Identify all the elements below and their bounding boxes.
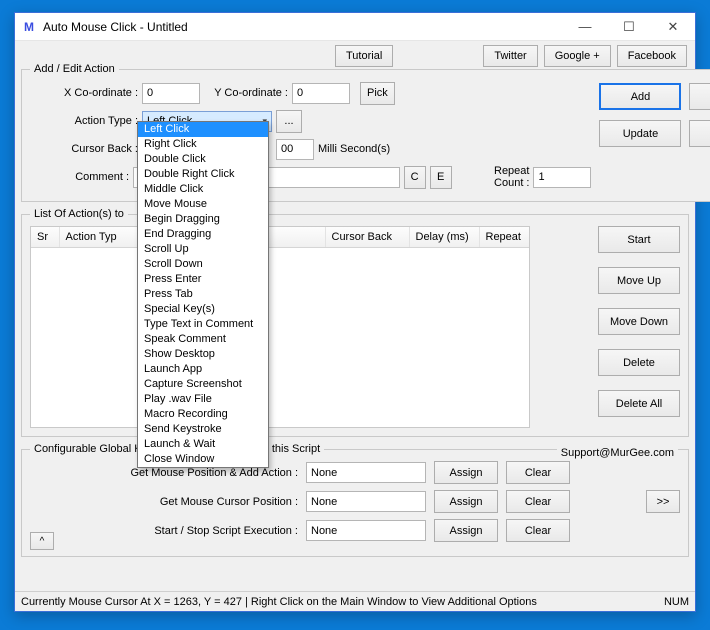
statusbar-text: Currently Mouse Cursor At X = 1263, Y = … bbox=[21, 596, 664, 608]
close-button[interactable]: ✕ bbox=[651, 13, 695, 41]
hk1-assign-button[interactable]: Assign bbox=[434, 461, 498, 484]
hk2-input[interactable] bbox=[306, 491, 426, 512]
hk2-assign-button[interactable]: Assign bbox=[434, 490, 498, 513]
comment-e-button[interactable]: E bbox=[430, 166, 452, 189]
action-type-option[interactable]: Press Enter bbox=[138, 272, 268, 287]
statusbar-numlock: NUM bbox=[664, 596, 689, 608]
action-type-option[interactable]: Middle Click bbox=[138, 182, 268, 197]
collapse-button[interactable]: ^ bbox=[30, 532, 54, 550]
action-type-more-button[interactable]: ... bbox=[276, 110, 302, 133]
action-type-option[interactable]: Macro Recording bbox=[138, 407, 268, 422]
update-button[interactable]: Update bbox=[599, 120, 681, 147]
action-type-option[interactable]: Launch App bbox=[138, 362, 268, 377]
col-delay[interactable]: Delay (ms) bbox=[409, 227, 479, 248]
group-action-list: List Of Action(s) to Sr Action Typ bbox=[21, 208, 689, 437]
move-up-button[interactable]: Move Up bbox=[598, 267, 680, 294]
hk3-assign-button[interactable]: Assign bbox=[434, 519, 498, 542]
repeat-count-input[interactable] bbox=[533, 167, 591, 188]
y-coord-label: Y Co-ordinate : bbox=[204, 87, 288, 99]
action-type-option[interactable]: Move Mouse bbox=[138, 197, 268, 212]
action-type-option[interactable]: Begin Dragging bbox=[138, 212, 268, 227]
add-button[interactable]: Add bbox=[599, 83, 681, 110]
titlebar: M Auto Mouse Click - Untitled — ☐ ✕ bbox=[15, 13, 695, 41]
action-type-option[interactable]: Scroll Up bbox=[138, 242, 268, 257]
delete-button[interactable]: Delete bbox=[598, 349, 680, 376]
app-icon: M bbox=[21, 19, 37, 35]
action-type-dropdown[interactable]: Left ClickRight ClickDouble ClickDouble … bbox=[137, 121, 269, 468]
delete-all-button[interactable]: Delete All bbox=[598, 390, 680, 417]
support-link[interactable]: Support@MurGee.com bbox=[557, 447, 678, 459]
hk1-input[interactable] bbox=[306, 462, 426, 483]
action-type-option[interactable]: Send Keystroke bbox=[138, 422, 268, 437]
hk2-label: Get Mouse Cursor Position : bbox=[30, 496, 298, 508]
group-action-list-legend: List Of Action(s) to bbox=[30, 208, 128, 220]
action-type-option[interactable]: Special Key(s) bbox=[138, 302, 268, 317]
action-type-option[interactable]: Show Desktop bbox=[138, 347, 268, 362]
delay-input[interactable] bbox=[276, 139, 314, 160]
pick-button[interactable]: Pick bbox=[360, 82, 395, 105]
minimize-button[interactable]: — bbox=[563, 13, 607, 41]
repeat-count-label: Repeat Count : bbox=[462, 165, 530, 189]
col-repeat[interactable]: Repeat bbox=[479, 227, 530, 248]
hk1-label: Get Mouse Position & Add Action : bbox=[30, 467, 298, 479]
action-type-option[interactable]: Close Window bbox=[138, 452, 268, 467]
col-action-type[interactable]: Action Typ bbox=[59, 227, 147, 248]
action-type-option[interactable]: Type Text in Comment bbox=[138, 317, 268, 332]
col-cursor-back[interactable]: Cursor Back bbox=[325, 227, 409, 248]
action-type-option[interactable]: Left Click bbox=[138, 122, 268, 137]
app-window: M Auto Mouse Click - Untitled — ☐ ✕ Tuto… bbox=[14, 12, 696, 612]
action-type-option[interactable]: Double Right Click bbox=[138, 167, 268, 182]
group-add-edit-legend: Add / Edit Action bbox=[30, 63, 119, 75]
hk3-input[interactable] bbox=[306, 520, 426, 541]
hk1-clear-button[interactable]: Clear bbox=[506, 461, 570, 484]
action-type-option[interactable]: Capture Screenshot bbox=[138, 377, 268, 392]
x-coord-input[interactable] bbox=[142, 83, 200, 104]
more-shortcuts-button[interactable]: >> bbox=[646, 490, 680, 513]
maximize-button[interactable]: ☐ bbox=[607, 13, 651, 41]
group-shortcuts: Configurable Global Keyboard Shortcut Ke… bbox=[21, 443, 689, 557]
action-type-option[interactable]: Launch & Wait bbox=[138, 437, 268, 452]
action-type-option[interactable]: Scroll Down bbox=[138, 257, 268, 272]
group-add-edit: Add / Edit Action X Co-ordinate : Y Co-o… bbox=[21, 63, 710, 202]
start-button[interactable]: Start bbox=[598, 226, 680, 253]
comment-label: Comment : bbox=[30, 171, 129, 183]
hk2-clear-button[interactable]: Clear bbox=[506, 490, 570, 513]
action-type-option[interactable]: Right Click bbox=[138, 137, 268, 152]
action-type-option[interactable]: Play .wav File bbox=[138, 392, 268, 407]
col-sr[interactable]: Sr bbox=[31, 227, 59, 248]
window-title: Auto Mouse Click - Untitled bbox=[43, 20, 563, 34]
action-type-option[interactable]: Speak Comment bbox=[138, 332, 268, 347]
x-coord-label: X Co-ordinate : bbox=[30, 87, 138, 99]
action-type-option[interactable]: Double Click bbox=[138, 152, 268, 167]
action-type-option[interactable]: End Dragging bbox=[138, 227, 268, 242]
move-down-button[interactable]: Move Down bbox=[598, 308, 680, 335]
delay-unit-label: Milli Second(s) bbox=[318, 143, 390, 155]
hk3-clear-button[interactable]: Clear bbox=[506, 519, 570, 542]
cursor-back-label: Cursor Back : bbox=[30, 143, 138, 155]
comment-c-button[interactable]: C bbox=[404, 166, 426, 189]
hk3-label: Start / Stop Script Execution : bbox=[30, 525, 298, 537]
action-table[interactable]: Sr Action Typ Cursor Back Delay (ms) Rep… bbox=[30, 226, 530, 428]
save-button[interactable]: Save bbox=[689, 120, 710, 147]
client-area: Tutorial Twitter Google + Facebook Add /… bbox=[15, 41, 695, 591]
statusbar: Currently Mouse Cursor At X = 1263, Y = … bbox=[15, 591, 695, 611]
action-type-option[interactable]: Press Tab bbox=[138, 287, 268, 302]
load-button[interactable]: Load bbox=[689, 83, 710, 110]
y-coord-input[interactable] bbox=[292, 83, 350, 104]
action-type-label: Action Type : bbox=[30, 115, 138, 127]
